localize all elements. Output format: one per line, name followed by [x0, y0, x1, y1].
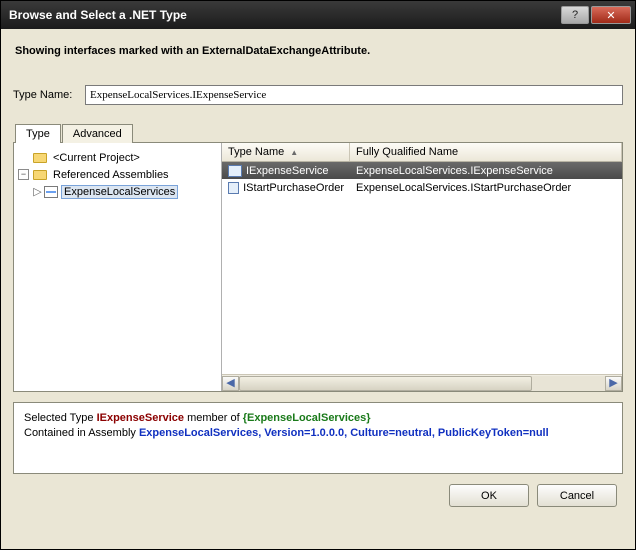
browse-panel: <Current Project> − Referenced Assemblie…	[13, 142, 623, 392]
column-header-fully-qualified[interactable]: Fully Qualified Name	[350, 143, 622, 161]
tab-type[interactable]: Type	[15, 124, 61, 143]
list-row[interactable]: IStartPurchaseOrder ExpenseLocalServices…	[222, 179, 622, 196]
button-label: Cancel	[560, 490, 594, 502]
folder-icon	[32, 168, 48, 182]
tree-label: Referenced Assemblies	[51, 169, 171, 181]
info-assembly: ExpenseLocalServices, Version=1.0.0.0, C…	[139, 427, 549, 439]
tree-label: ExpenseLocalServices	[62, 186, 177, 198]
cell-fqn: ExpenseLocalServices.IStartPurchaseOrder	[356, 182, 571, 194]
expander-icon[interactable]: −	[18, 169, 29, 180]
scroll-right-button[interactable]: ▶	[605, 376, 622, 391]
info-selected-type: IExpenseService	[97, 412, 184, 424]
button-label: OK	[481, 490, 497, 502]
cell-type-name: IExpenseService	[246, 165, 329, 177]
close-button[interactable]: ✕	[591, 6, 631, 24]
sort-ascending-icon: ▲	[290, 148, 298, 157]
info-text: Selected Type	[24, 412, 97, 424]
title-bar[interactable]: Browse and Select a .NET Type ? ✕	[1, 1, 635, 29]
type-list: Type Name ▲ Fully Qualified Name IExpens…	[222, 143, 622, 391]
horizontal-scrollbar[interactable]: ◀ ▶	[222, 374, 622, 391]
tree-label: <Current Project>	[51, 152, 142, 164]
info-text: Contained in Assembly	[24, 427, 139, 439]
column-header-type-name[interactable]: Type Name ▲	[222, 143, 350, 161]
help-button[interactable]: ?	[561, 6, 589, 24]
tree-node-expense-local-services[interactable]: ▷ ExpenseLocalServices	[16, 183, 219, 200]
scroll-thumb[interactable]	[239, 376, 532, 391]
dialog-heading: Showing interfaces marked with an Extern…	[15, 45, 623, 57]
list-row[interactable]: IExpenseService ExpenseLocalServices.IEx…	[222, 162, 622, 179]
chevron-right-icon: ▶	[609, 378, 617, 389]
tree-expand-triangle-icon[interactable]: ▷	[32, 185, 43, 198]
close-icon: ✕	[606, 9, 615, 22]
type-name-input[interactable]	[85, 85, 623, 105]
scroll-track[interactable]	[239, 376, 605, 391]
chevron-left-icon: ◀	[226, 378, 234, 389]
ok-button[interactable]: OK	[449, 484, 529, 507]
tab-strip: Type Advanced	[15, 123, 623, 142]
column-label: Fully Qualified Name	[356, 146, 458, 158]
interface-icon	[228, 165, 242, 177]
dialog-buttons: OK Cancel	[13, 474, 623, 509]
dialog-content: Showing interfaces marked with an Extern…	[1, 29, 635, 549]
tree-view[interactable]: <Current Project> − Referenced Assemblie…	[14, 143, 222, 391]
list-body[interactable]: IExpenseService ExpenseLocalServices.IEx…	[222, 162, 622, 374]
tab-advanced[interactable]: Advanced	[62, 124, 133, 143]
cancel-button[interactable]: Cancel	[537, 484, 617, 507]
selected-type-info: Selected Type IExpenseService member of …	[13, 402, 623, 474]
interface-icon	[228, 182, 239, 194]
info-text: member of	[184, 412, 243, 424]
column-label: Type Name	[228, 146, 284, 158]
cell-fqn: ExpenseLocalServices.IExpenseService	[356, 165, 553, 177]
type-name-row: Type Name:	[13, 85, 623, 105]
tree-node-referenced-assemblies[interactable]: − Referenced Assemblies	[16, 166, 219, 183]
help-icon: ?	[572, 9, 578, 21]
window-title: Browse and Select a .NET Type	[9, 8, 559, 22]
assembly-icon	[43, 185, 59, 199]
tree-node-current-project[interactable]: <Current Project>	[16, 149, 219, 166]
dialog-window: Browse and Select a .NET Type ? ✕ Showin…	[0, 0, 636, 550]
cell-type-name: IStartPurchaseOrder	[243, 182, 344, 194]
list-header: Type Name ▲ Fully Qualified Name	[222, 143, 622, 162]
type-name-label: Type Name:	[13, 89, 85, 101]
tab-type-label: Type	[26, 128, 50, 140]
info-namespace: {ExpenseLocalServices}	[243, 412, 371, 424]
tab-advanced-label: Advanced	[73, 128, 122, 140]
folder-icon	[32, 151, 48, 165]
scroll-left-button[interactable]: ◀	[222, 376, 239, 391]
